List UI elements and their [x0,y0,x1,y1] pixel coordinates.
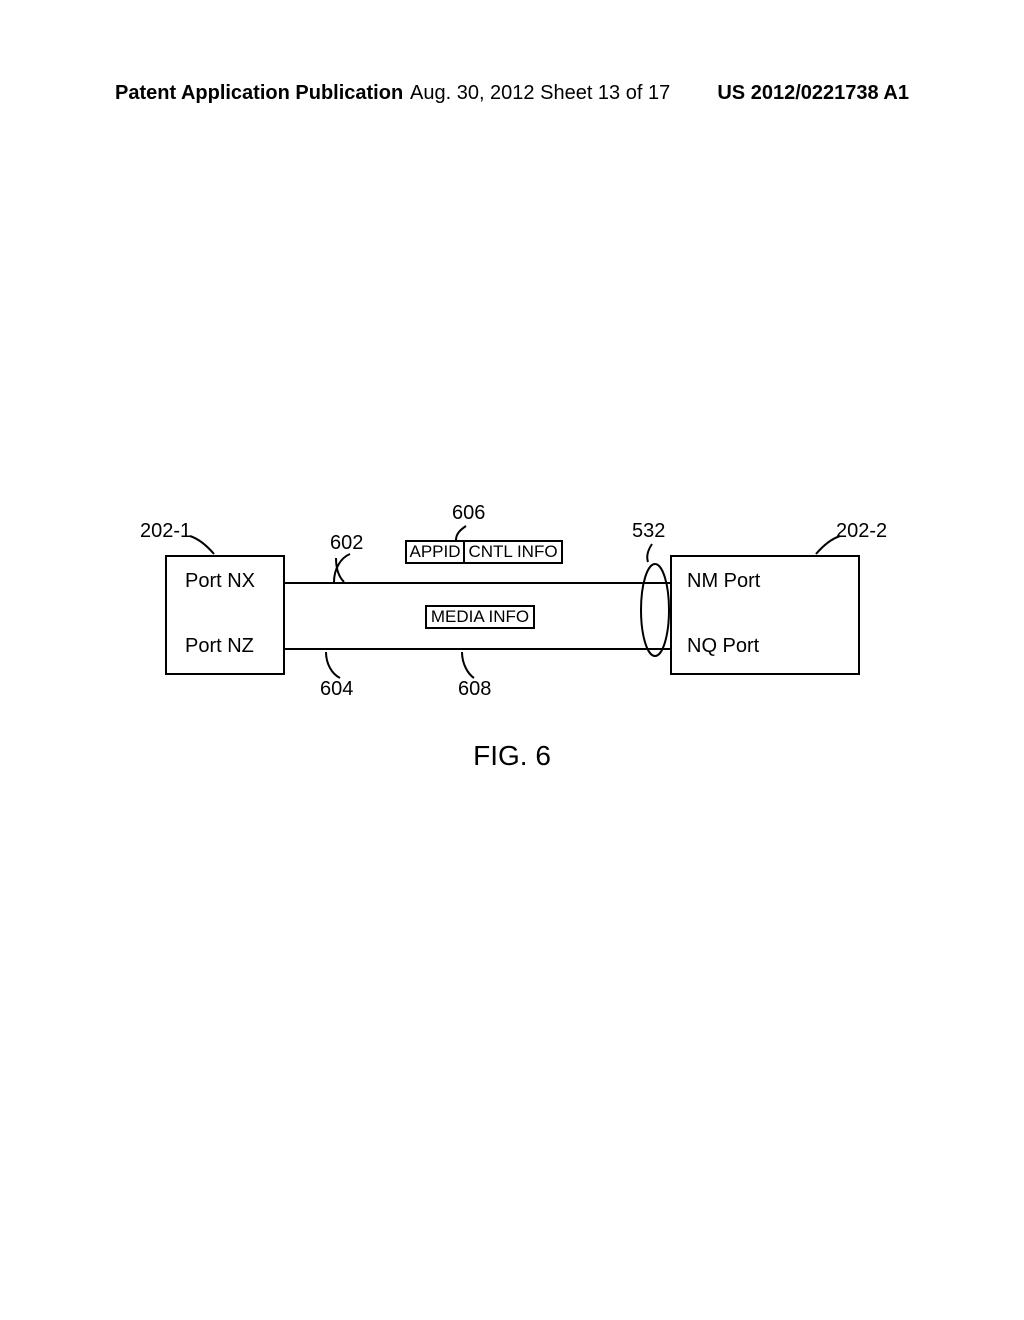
appid-cell: APPID [405,540,465,564]
nq-port-label: NQ Port [687,635,759,658]
leader-202-1 [188,534,218,558]
figure-label: FIG. 6 [0,740,1024,772]
leader-608 [458,650,480,680]
leader-202-2 [812,534,842,558]
ref-606: 606 [452,502,485,525]
nm-port-label: NM Port [687,570,760,593]
ref-608: 608 [458,678,491,701]
ref-532: 532 [632,520,665,543]
page: Patent Application Publication Aug. 30, … [0,0,1024,1320]
port-nz-label: Port NZ [185,635,254,658]
leader-604 [322,650,346,680]
figure-diagram: Port NX Port NZ NM Port NQ Port APPID CN… [0,0,1024,1320]
leader-606 [452,524,472,542]
media-info-cell: MEDIA INFO [425,605,535,629]
ref-604: 604 [320,678,353,701]
leader-602-curve [332,552,356,584]
ref-202-1: 202-1 [140,520,191,543]
cntl-info-cell: CNTL INFO [463,540,563,564]
ellipse-532 [638,560,672,660]
port-nx-label: Port NX [185,570,255,593]
leader-532 [640,542,660,564]
ref-202-2: 202-2 [836,520,887,543]
